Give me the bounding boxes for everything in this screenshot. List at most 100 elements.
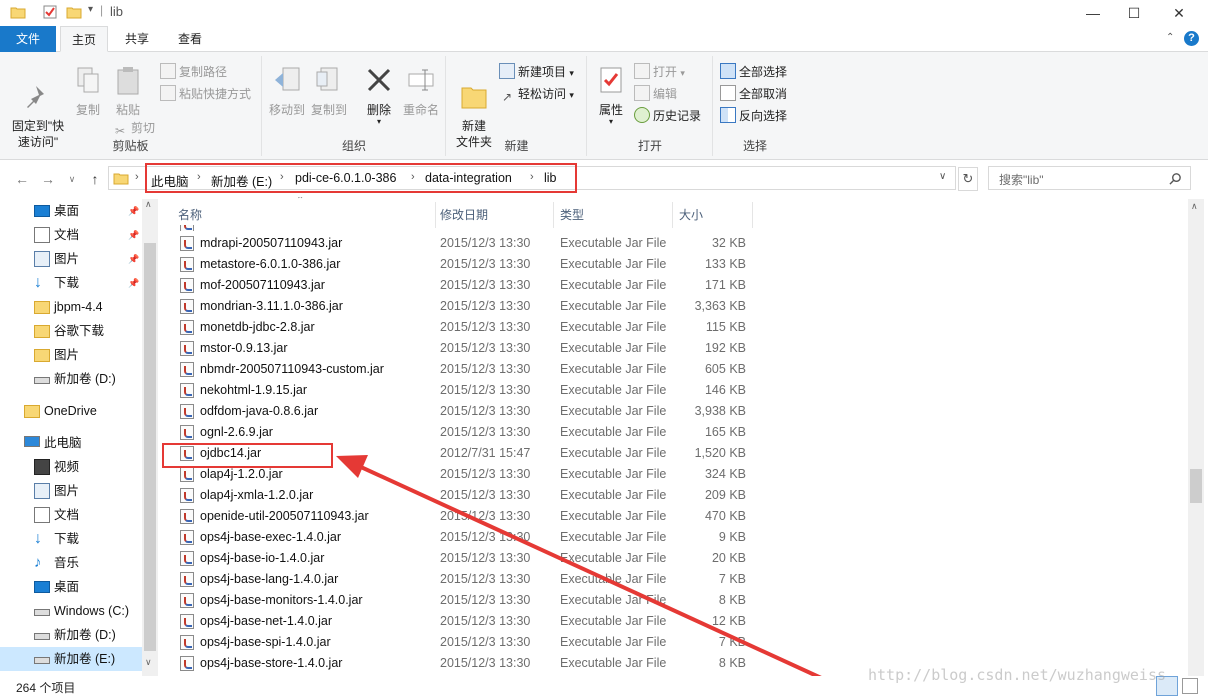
file-row[interactable]: mdrapi-200507110943.jar 2015/12/3 13:30 Ex…: [160, 233, 760, 254]
properties-dropdown-icon[interactable]: ▾: [592, 118, 630, 126]
file-row[interactable]: ops4j-base-monitors-1.4.0.jar 2015/12/3 1…: [160, 590, 760, 611]
file-row[interactable]: ops4j-base-io-1.4.0.jar 2015/12/3 13:30 Ex…: [160, 548, 760, 569]
file-row[interactable]: odfdom-java-0.8.6.jar 2015/12/3 13:30 Exec…: [160, 401, 760, 422]
delete-dropdown-icon[interactable]: ▾: [361, 118, 397, 126]
nav-item[interactable]: ↓ 下载 📌: [0, 271, 143, 295]
file-row[interactable]: nekohtml-1.9.15.jar 2015/12/3 13:30 Execut…: [160, 380, 760, 401]
history-label: 历史记录: [653, 109, 702, 123]
file-row[interactable]: metastore-6.0.1.0-386.jar 2015/12/3 13:30…: [160, 254, 760, 275]
nav-item[interactable]: Windows (C:): [0, 599, 143, 623]
minimize-button[interactable]: —: [1070, 0, 1116, 26]
column-header-type[interactable]: 类型: [560, 205, 584, 225]
file-row[interactable]: monetdb-jdbc-2.8.jar 2015/12/3 13:30 Execu…: [160, 317, 760, 338]
nav-item[interactable]: 新加卷 (E:): [0, 647, 143, 671]
nav-item[interactable]: 桌面 📌: [0, 199, 143, 223]
paste-shortcut-label: 粘贴快捷方式: [179, 87, 252, 101]
nav-item[interactable]: 桌面: [0, 575, 143, 599]
paste-button[interactable]: 粘贴: [110, 64, 146, 118]
large-icons-view-icon[interactable]: [1182, 678, 1198, 694]
nav-pane-scroll-thumb[interactable]: [144, 243, 156, 651]
select-none-button[interactable]: 全部取消: [720, 84, 787, 104]
column-header-name[interactable]: 名称: [178, 205, 202, 225]
tab-view[interactable]: 查看: [166, 26, 214, 52]
new-item-button[interactable]: 新建项目 ▾: [499, 62, 574, 82]
nav-item[interactable]: 此电脑: [0, 431, 143, 455]
scroll-down-icon[interactable]: ∨: [145, 657, 152, 668]
rename-button[interactable]: 重命名: [401, 64, 441, 118]
history-button[interactable]: 历史记录: [634, 106, 701, 126]
back-arrow-icon[interactable]: ←: [12, 169, 32, 189]
file-row[interactable]: ops4j-base-lang-1.4.0.jar 2015/12/3 13:30…: [160, 569, 760, 590]
refresh-icon[interactable]: ↻: [958, 167, 978, 191]
nav-item[interactable]: 视频: [0, 455, 143, 479]
folder-icon[interactable]: [10, 4, 26, 20]
search-input[interactable]: 搜索"lib": [988, 166, 1191, 190]
move-to-button[interactable]: 移动到: [267, 64, 307, 118]
collapse-ribbon-icon[interactable]: ⌃: [1166, 32, 1174, 43]
up-arrow-icon[interactable]: ↑: [85, 169, 105, 189]
nav-item[interactable]: 图片: [0, 479, 143, 503]
nav-item[interactable]: 图片 📌: [0, 247, 143, 271]
nav-item[interactable]: 文档: [0, 503, 143, 527]
quick-access-dropdown-icon[interactable]: ▾: [88, 4, 93, 15]
nav-item[interactable]: 新加卷 (D:): [0, 367, 143, 391]
file-name: ops4j-base-io-1.4.0.jar: [200, 551, 325, 565]
cut-button[interactable]: ✂ 剪切: [112, 118, 155, 138]
tab-share[interactable]: 共享: [114, 26, 160, 52]
nav-item[interactable]: 图片: [0, 343, 143, 367]
help-icon[interactable]: ?: [1184, 31, 1199, 46]
nav-item[interactable]: 新加卷 (D:): [0, 623, 143, 647]
copy-path-button[interactable]: 复制路径: [160, 62, 227, 82]
forward-arrow-icon[interactable]: →: [38, 169, 58, 189]
file-row[interactable]: mstor-0.9.13.jar 2015/12/3 13:30 Executabl…: [160, 338, 760, 359]
column-header-size[interactable]: 大小: [679, 205, 703, 225]
file-row[interactable]: mof-200507110943.jar 2015/12/3 13:30 Execu…: [160, 275, 760, 296]
nav-pane-scrollbar[interactable]: ∧ ∨: [142, 199, 158, 676]
nav-item[interactable]: ↓ 下载: [0, 527, 143, 551]
file-list-scrollbar[interactable]: ∧: [1188, 199, 1204, 676]
select-all-button[interactable]: 全部选择: [720, 62, 787, 82]
file-row[interactable]: ops4j-base-net-1.4.0.jar 2015/12/3 13:30 E…: [160, 611, 760, 632]
recent-locations-icon[interactable]: ∨: [62, 169, 82, 189]
delete-button[interactable]: 删除 ▾: [361, 64, 397, 126]
column-header-date[interactable]: 修改日期: [440, 205, 488, 225]
easy-access-icon: ↗: [501, 90, 513, 104]
paste-label: 粘贴: [115, 103, 140, 117]
file-row[interactable]: nbmdr-200507110943-custom.jar 2015/12/3 1…: [160, 359, 760, 380]
file-row[interactable]: ops4j-base-exec-1.4.0.jar 2015/12/3 13:30…: [160, 527, 760, 548]
copy-to-button[interactable]: 复制到: [309, 64, 349, 118]
easy-access-button[interactable]: ↗ 轻松访问 ▾: [499, 84, 574, 104]
file-row[interactable]: ops4j-base-store-1.4.0.jar 2015/12/3 13:3…: [160, 653, 760, 674]
properties-quick-icon[interactable]: [42, 4, 58, 20]
file-row[interactable]: openide-util-200507110943.jar 2015/12/3 1…: [160, 506, 760, 527]
new-folder-quick-icon[interactable]: [66, 4, 82, 20]
close-button[interactable]: ✕: [1156, 0, 1202, 26]
tab-home[interactable]: 主页: [60, 26, 108, 52]
open-button[interactable]: 打开 ▾: [634, 62, 685, 82]
nav-item[interactable]: ♪ 音乐: [0, 551, 143, 575]
address-dropdown-icon[interactable]: ∨: [939, 171, 946, 182]
file-row[interactable]: mondrian-3.11.1.0-386.jar 2015/12/3 13:30…: [160, 296, 760, 317]
file-date: 2015/12/3 13:30: [440, 362, 531, 376]
maximize-button[interactable]: ☐: [1111, 0, 1157, 26]
column-divider[interactable]: [752, 202, 753, 228]
properties-button[interactable]: 属性 ▾: [592, 64, 630, 126]
nav-item[interactable]: 谷歌下载: [0, 319, 143, 343]
nav-item[interactable]: jbpm-4.4: [0, 295, 143, 319]
edit-button[interactable]: 编辑: [634, 84, 677, 104]
file-list-scroll-thumb[interactable]: [1190, 469, 1202, 503]
copy-button[interactable]: 复制: [70, 64, 106, 118]
file-date: 2015/12/3 13:30: [440, 593, 531, 607]
tab-file[interactable]: 文件: [0, 26, 56, 52]
file-date: 2015/12/3 13:30: [440, 299, 531, 313]
scroll-up-icon[interactable]: ∧: [145, 199, 152, 210]
file-row[interactable]: ops4j-base-spi-1.4.0.jar 2015/12/3 13:30 E…: [160, 632, 760, 653]
nav-item[interactable]: OneDrive: [0, 399, 143, 423]
invert-selection-button[interactable]: 反向选择: [720, 106, 787, 126]
scroll-up-icon[interactable]: ∧: [1191, 201, 1198, 212]
file-row[interactable]: olap4j-xmla-1.2.0.jar 2015/12/3 13:30 Exec…: [160, 485, 760, 506]
properties-icon: [600, 67, 622, 93]
paste-shortcut-button[interactable]: 粘贴快捷方式: [160, 84, 251, 104]
file-row[interactable]: ognl-2.6.9.jar 2015/12/3 13:30 Executable …: [160, 422, 760, 443]
nav-item[interactable]: 文档 📌: [0, 223, 143, 247]
